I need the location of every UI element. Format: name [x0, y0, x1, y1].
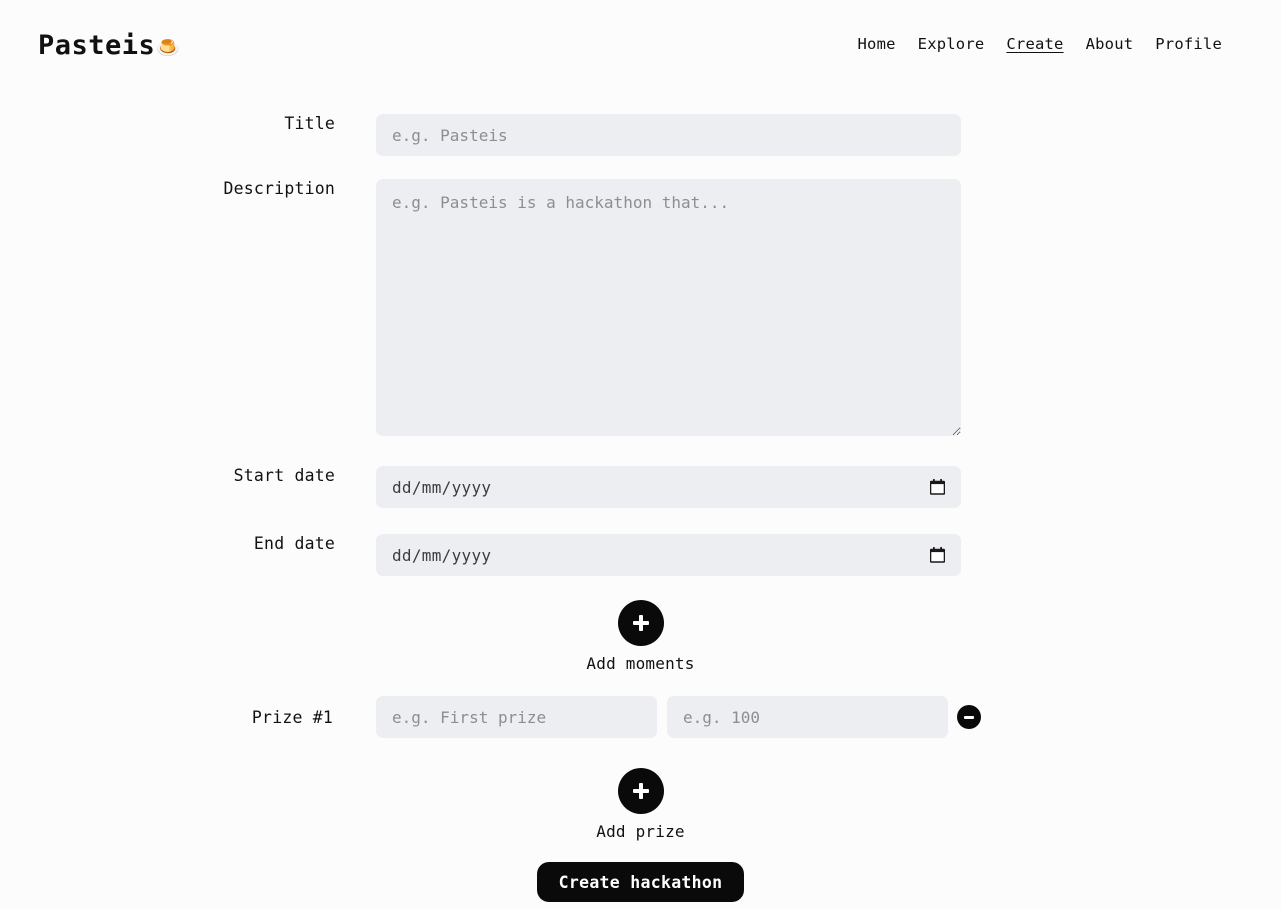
brand-name: Pasteis [38, 29, 156, 61]
add-prize-label: Add prize [596, 822, 685, 841]
create-hackathon-form: Title Description Start date dd/mm/yyyy [0, 90, 1281, 902]
nav-item-explore[interactable]: Explore [918, 37, 985, 53]
add-moments-label: Add moments [586, 654, 695, 673]
title-input[interactable] [376, 114, 961, 156]
nav-item-home[interactable]: Home [858, 37, 896, 53]
start-date-input[interactable]: dd/mm/yyyy [376, 466, 961, 508]
title-label: Title [284, 114, 335, 133]
description-control [376, 179, 961, 436]
add-prize-block: Add prize [0, 768, 1281, 841]
submit-wrapper: Create hackathon [0, 862, 1281, 902]
field-row-title: Title [0, 114, 1281, 156]
nav-item-create[interactable]: Create [1006, 37, 1063, 53]
title-control [376, 114, 961, 156]
add-moments-block: Add moments [0, 600, 1281, 673]
end-date-placeholder: dd/mm/yyyy [392, 545, 492, 565]
start-date-placeholder: dd/mm/yyyy [392, 477, 492, 497]
site-header: Pasteis 🍮 Home Explore Create About Prof… [0, 0, 1281, 90]
field-row-end-date: End date dd/mm/yyyy [0, 534, 1281, 576]
calendar-icon[interactable] [930, 479, 945, 495]
start-date-wrapper: dd/mm/yyyy [376, 466, 961, 508]
calendar-icon[interactable] [930, 547, 945, 563]
main-navigation: Home Explore Create About Profile [858, 37, 1241, 53]
description-textarea[interactable] [376, 179, 961, 436]
start-date-control: dd/mm/yyyy [376, 466, 961, 508]
prize-label: Prize #1 [251, 707, 333, 727]
remove-prize-button[interactable] [957, 705, 981, 729]
plus-icon [632, 782, 650, 800]
minus-icon [964, 715, 974, 719]
plus-icon [632, 614, 650, 632]
end-date-control: dd/mm/yyyy [376, 534, 961, 576]
add-prize-button[interactable] [617, 768, 664, 814]
field-row-start-date: Start date dd/mm/yyyy [0, 466, 1281, 508]
prize-row: Prize #1 [0, 696, 1281, 738]
nav-item-profile[interactable]: Profile [1155, 37, 1222, 53]
end-date-wrapper: dd/mm/yyyy [376, 534, 961, 576]
prize-amount-input[interactable] [667, 696, 948, 738]
add-moments-button[interactable] [617, 600, 664, 646]
start-date-label: Start date [233, 466, 335, 485]
prize-name-input[interactable] [376, 696, 657, 738]
nav-item-about[interactable]: About [1086, 37, 1134, 53]
end-date-label: End date [253, 534, 335, 553]
field-row-description: Description [0, 179, 1281, 436]
end-date-input[interactable]: dd/mm/yyyy [376, 534, 961, 576]
create-hackathon-button[interactable]: Create hackathon [536, 862, 745, 902]
custard-tart-icon: 🍮 [156, 36, 181, 59]
description-label: Description [223, 179, 335, 198]
brand-logo[interactable]: Pasteis 🍮 [38, 32, 180, 59]
